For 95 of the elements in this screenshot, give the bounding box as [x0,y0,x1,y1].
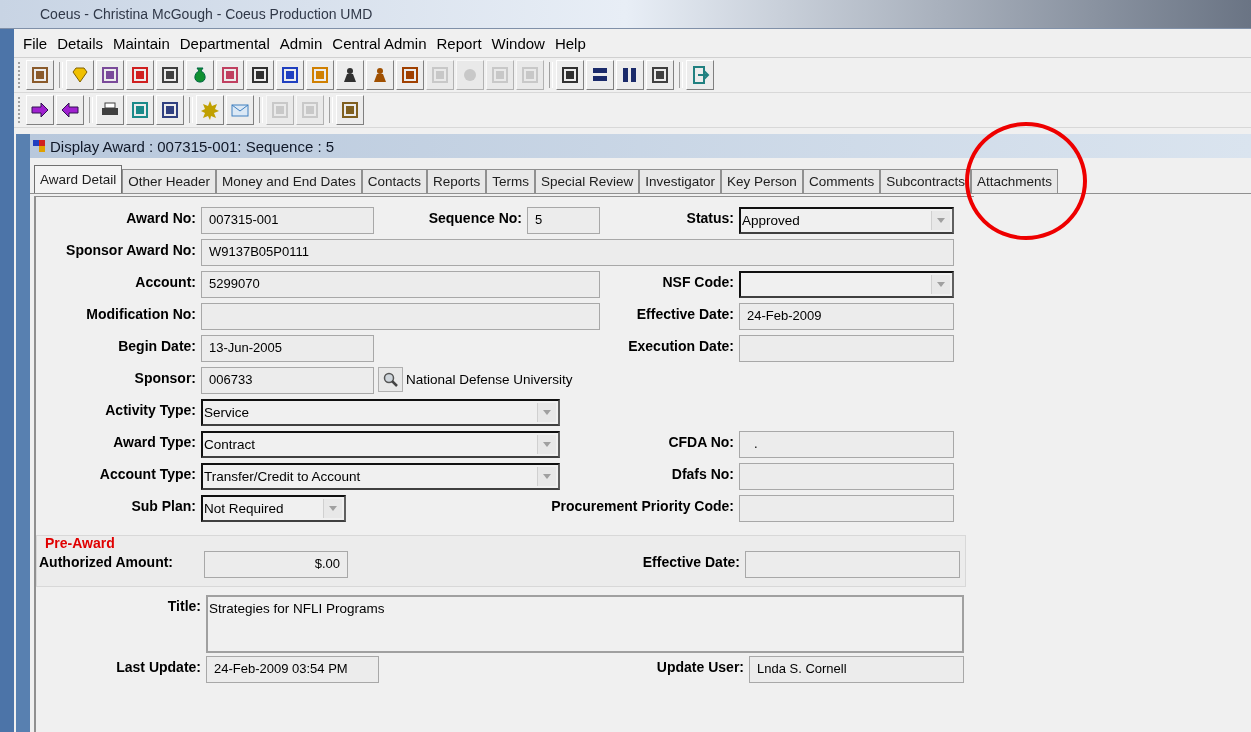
exit-icon [690,65,710,85]
toolbar-button[interactable] [646,60,674,90]
field-label: Update User: [655,658,745,677]
field-label: Dfafs No: [670,465,735,484]
search-icon [382,371,399,388]
toolbar-button[interactable] [26,95,54,125]
input-field[interactable]: $.00 [204,551,348,578]
input-field[interactable]: . [739,431,954,458]
input-field[interactable]: 5 [527,207,600,234]
group-title: Pre-Award [45,535,115,551]
field-label: Effective Date: [635,305,735,324]
tab[interactable]: Key Person [721,169,803,193]
input-field[interactable] [745,551,960,578]
tab[interactable]: Other Header [122,169,217,193]
field-label: Sub Plan: [130,497,197,516]
text-area[interactable]: Strategies for NFLI Programs [206,595,964,653]
field-label: Procurement Priority Code: [550,497,735,516]
menu-item[interactable]: Departmental [178,34,271,52]
field-label: Award No: [125,209,197,228]
toolbar-button[interactable] [96,95,124,125]
field-label: Begin Date: [117,337,197,356]
field-label: Award Type: [112,433,197,452]
search-button[interactable] [378,367,403,392]
arrow-right-icon [30,100,50,120]
toolbar-button[interactable] [556,60,584,90]
field-label: Title: [166,597,202,616]
field-label: Execution Date: [627,337,735,356]
toolbar-button[interactable] [276,60,304,90]
tab[interactable]: Comments [802,169,881,193]
toolbar-button[interactable] [336,60,364,90]
field-label: Modification No: [85,305,197,324]
toolbar-button[interactable] [156,60,184,90]
dropdown[interactable]: Not Required [201,495,346,522]
toolbar-button[interactable] [96,60,124,90]
toolbar-button[interactable] [56,95,84,125]
field-label: Sponsor: [133,369,197,388]
toolbar-button[interactable] [586,60,614,90]
dropdown[interactable]: Service [201,399,560,426]
field-label: Status: [685,209,735,228]
field-label: Account: [134,273,197,292]
menu-item[interactable]: Help [553,34,587,52]
tab[interactable]: Money and End Dates [216,169,362,193]
toolbar-button[interactable] [336,95,364,125]
input-field[interactable]: 24-Feb-2009 [739,303,954,330]
input-field[interactable]: 006733 [201,367,374,394]
field-label: CFDA No: [667,433,735,452]
tab[interactable]: Award Detail [34,165,123,193]
field-label: Sequence No: [427,209,523,228]
input-field[interactable]: Lnda S. Cornell [749,656,964,683]
toolbar-button[interactable] [616,60,644,90]
input-field[interactable]: W9137B05P0111 [201,239,954,266]
toolbar-button[interactable] [26,60,54,90]
tab[interactable]: Special Review [535,169,640,193]
sponsor-name: National Defense University [406,372,573,387]
menu-item[interactable]: Maintain [112,34,171,52]
input-field[interactable] [739,495,954,522]
toolbar-button[interactable] [396,60,424,90]
menu-item[interactable]: Report [435,34,483,52]
burst-icon [200,100,220,120]
menu-item[interactable]: Window [490,34,546,52]
dropdown[interactable]: Approved [739,207,954,234]
menu-item[interactable]: Central Admin [331,34,428,52]
tab[interactable]: Reports [426,169,487,193]
tab[interactable]: Terms [486,169,535,193]
field-label: NSF Code: [661,273,735,292]
input-field[interactable] [739,335,954,362]
input-field[interactable]: 5299070 [201,271,600,298]
field-label: Last Update: [115,658,202,677]
input-field[interactable] [201,303,600,330]
gem-icon [70,65,90,85]
dropdown[interactable] [739,271,954,298]
dropdown[interactable]: Contract [201,431,560,458]
field-label: Account Type: [98,465,197,484]
window-title: Coeus - Christina McGough - Coeus Production UMD [40,6,373,22]
input-field[interactable]: 24-Feb-2009 03:54 PM [206,656,379,683]
tab[interactable]: Contacts [361,169,427,193]
field-label: Activity Type: [104,401,197,420]
dropdown[interactable]: Transfer/Credit to Account [201,463,560,490]
menu-item[interactable]: File [22,34,49,52]
field-label: Authorized Amount: [39,553,174,572]
toolbar-button[interactable] [366,60,394,90]
tab[interactable]: Subcontracts [880,169,971,193]
input-field[interactable]: 007315-001 [201,207,374,234]
frame-title: Display Award : 007315-001: Sequence : 5 [50,137,335,155]
arrow-left-icon [60,100,80,120]
tab[interactable]: Attachments [970,169,1058,193]
menu-item[interactable]: Details [56,34,105,52]
tab[interactable]: Investigator [639,169,722,193]
input-field[interactable]: 13-Jun-2005 [201,335,374,362]
toolbar-button[interactable] [156,95,184,125]
toolbar-button[interactable] [246,60,274,90]
input-field[interactable] [739,463,954,490]
menu-item[interactable]: Admin [278,34,324,52]
field-label: Sponsor Award No: [65,241,197,260]
field-label: Effective Date: [641,553,741,572]
